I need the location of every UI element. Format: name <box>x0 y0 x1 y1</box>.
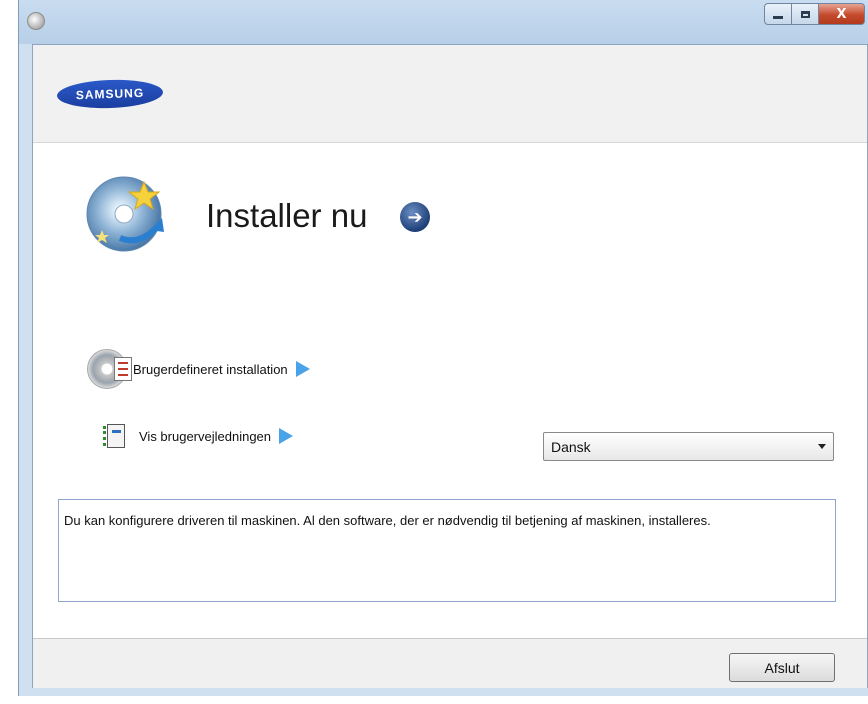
close-icon: X <box>836 6 847 22</box>
header-banner: SAMSUNG <box>33 45 867 143</box>
window-controls: X <box>764 3 865 25</box>
app-icon <box>27 12 45 30</box>
client-area: SAMSUNG Installer nu ➔ Brugerdefineret i… <box>32 44 868 688</box>
install-disc-icon[interactable] <box>80 168 172 260</box>
user-guide-label: Vis brugervejledningen <box>139 428 272 444</box>
chevron-down-icon <box>818 444 826 449</box>
custom-install-link[interactable]: Brugerdefineret installation <box>87 349 310 389</box>
maximize-button[interactable] <box>792 3 819 25</box>
minimize-icon <box>773 15 783 19</box>
language-select[interactable]: Dansk <box>543 432 834 461</box>
user-guide-link[interactable]: Vis brugervejledningen <box>103 424 294 448</box>
play-triangle-icon <box>295 361 310 377</box>
install-now-label[interactable]: Installer nu <box>206 197 367 235</box>
maximize-icon <box>800 10 810 18</box>
cd-checklist-icon <box>87 349 132 389</box>
arrow-right-circle-icon[interactable]: ➔ <box>400 202 430 232</box>
custom-install-label: Brugerdefineret installation <box>133 361 288 377</box>
user-guide-book-icon <box>103 424 125 448</box>
close-button[interactable]: X <box>819 3 865 25</box>
title-bar[interactable]: X <box>19 0 868 44</box>
minimize-button[interactable] <box>764 3 792 25</box>
logo-text: SAMSUNG <box>75 85 145 103</box>
language-selected-value: Dansk <box>551 438 591 455</box>
exit-button[interactable]: Afslut <box>729 653 835 682</box>
installer-window: X SAMSUNG Installer nu ➔ Brugerdefineret… <box>18 0 868 696</box>
samsung-logo: SAMSUNG <box>56 78 164 110</box>
play-triangle-icon <box>279 428 294 444</box>
description-box: Du kan konfigurere driveren til maskinen… <box>58 499 836 602</box>
checklist-doc <box>114 357 132 381</box>
